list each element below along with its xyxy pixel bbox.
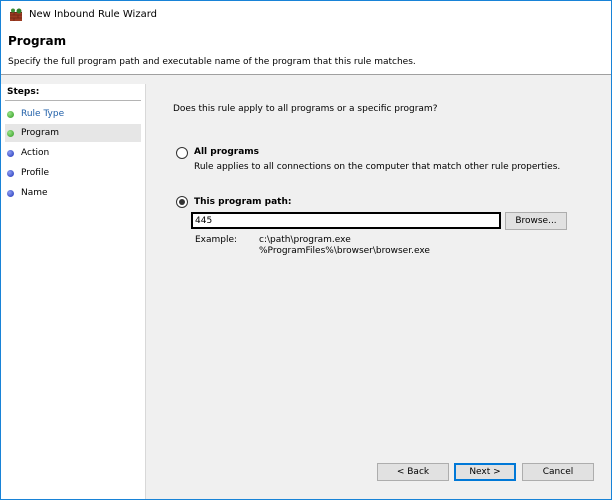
step-program[interactable]: Program [5, 124, 141, 142]
step-action: Action [5, 144, 141, 162]
step-complete-icon [7, 130, 14, 137]
step-label: Name [21, 188, 48, 198]
back-button[interactable]: < Back [377, 463, 449, 481]
step-label: Rule Type [21, 109, 65, 119]
next-button[interactable]: Next > [454, 463, 516, 481]
page-title: Program [8, 34, 67, 48]
step-complete-icon [7, 111, 14, 118]
cancel-button[interactable]: Cancel [522, 463, 594, 481]
page-description: Specify the full program path and execut… [8, 57, 416, 67]
program-path-radio[interactable] [176, 196, 188, 208]
example-path: %ProgramFiles%\browser\browser.exe [259, 246, 430, 256]
step-label: Profile [21, 168, 49, 178]
example-path: c:\path\program.exe [259, 235, 351, 245]
window-title: New Inbound Rule Wizard [29, 9, 157, 20]
browse-button[interactable]: Browse... [505, 212, 567, 230]
example-label: Example: [195, 235, 238, 245]
steps-title: Steps: [7, 87, 40, 97]
program-path-input[interactable] [191, 212, 501, 229]
all-programs-description: Rule applies to all connections on the c… [194, 162, 561, 172]
step-name: Name [5, 184, 141, 202]
step-rule-type[interactable]: Rule Type [5, 105, 141, 123]
all-programs-radio[interactable] [176, 147, 188, 159]
steps-divider [5, 100, 141, 101]
title-bar[interactable]: New Inbound Rule Wizard [1, 1, 611, 30]
page-header: Program Specify the full program path an… [1, 30, 611, 75]
program-path-label[interactable]: This program path: [194, 197, 291, 207]
steps-panel: Steps: Rule Type Program Action Profile … [1, 84, 146, 499]
step-pending-icon [7, 190, 14, 197]
step-label: Action [21, 148, 50, 158]
wizard-window: New Inbound Rule Wizard Program Specify … [0, 0, 612, 500]
all-programs-label[interactable]: All programs [194, 147, 259, 157]
step-profile: Profile [5, 164, 141, 182]
step-label: Program [21, 128, 59, 138]
scope-question: Does this rule apply to all programs or … [173, 104, 438, 114]
firewall-icon [10, 8, 22, 21]
step-pending-icon [7, 150, 14, 157]
step-pending-icon [7, 170, 14, 177]
